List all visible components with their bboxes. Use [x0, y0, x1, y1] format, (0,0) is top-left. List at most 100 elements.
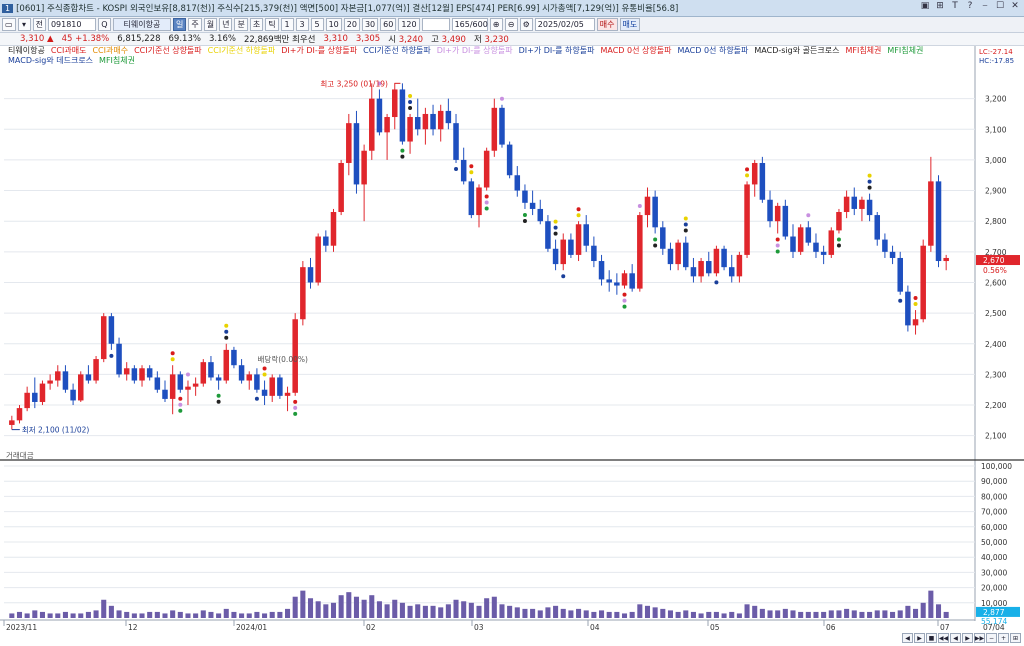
minute-20-button[interactable]: 20 — [343, 18, 360, 31]
candle-body — [47, 380, 53, 384]
maximize-icon[interactable]: ☐ — [995, 1, 1005, 11]
legend-item[interactable]: MFI침체권 — [845, 46, 881, 55]
candle-body — [399, 89, 406, 142]
price-chart-svg[interactable]: 3,2003,1003,0002,9002,8002,7002,6002,500… — [0, 46, 1024, 646]
sell-button[interactable]: 매도 — [619, 18, 641, 31]
signal-marker — [653, 237, 658, 242]
volume-bar — [254, 611, 260, 618]
chart-area[interactable]: 3,200 3,100 3,000 2,900 2,800 2,700 2,600 2,500… — [0, 46, 1024, 646]
legend-item[interactable]: CCI기준선 하향돌파 — [363, 46, 431, 55]
minute-5-button[interactable]: 5 — [310, 18, 324, 31]
text-icon[interactable]: T — [950, 1, 960, 11]
volume-bar — [200, 610, 206, 618]
nav-button[interactable]: ◀ — [902, 633, 913, 643]
stock-code-input[interactable]: 091810 — [47, 18, 96, 31]
legend-item[interactable]: CCI과매도 — [51, 46, 87, 55]
date-input[interactable]: 2025/02/05 — [534, 18, 595, 31]
legend-item[interactable]: MACD 0선 하향돌파 — [677, 46, 748, 55]
search-icon[interactable]: Q — [97, 18, 111, 31]
signal-marker — [170, 351, 175, 356]
zoom-out-icon[interactable]: ⊖ — [504, 18, 518, 31]
nav-button[interactable]: ▶▶ — [974, 633, 985, 643]
volume-bar — [93, 610, 99, 618]
price-axis-label: 3,000 — [985, 156, 1007, 165]
open-price: 시 3,240 — [388, 35, 424, 45]
nav-button[interactable]: − — [986, 633, 997, 643]
nav-button[interactable]: ▶ — [962, 633, 973, 643]
legend-item[interactable]: 티웨이항공 — [8, 46, 45, 55]
legend-item[interactable]: DI+가 DI-를 상향돌파 — [437, 46, 513, 55]
market-button[interactable]: 전 — [32, 18, 46, 31]
signal-marker — [775, 243, 780, 248]
minute-120-button[interactable]: 120 — [398, 18, 420, 31]
signal-marker — [714, 280, 719, 285]
candle-body — [499, 107, 505, 145]
legend-item[interactable]: DI+가 DI-를 하향돌파 — [519, 46, 595, 55]
signal-marker — [622, 292, 627, 297]
menu-dropdown-icon[interactable]: ▾ — [17, 18, 31, 31]
volume-bar — [39, 611, 45, 618]
signal-marker — [170, 357, 175, 362]
legend-item[interactable]: CCI기준선 상향돌파 — [134, 46, 202, 55]
candle-body — [698, 261, 704, 277]
custom-period-input[interactable] — [421, 18, 450, 31]
signal-marker — [683, 216, 688, 221]
nav-button[interactable]: + — [998, 633, 1009, 643]
period-tick-button[interactable]: 틱 — [265, 18, 279, 31]
minute-3-button[interactable]: 3 — [295, 18, 309, 31]
volume-bar — [644, 605, 651, 618]
signal-marker — [836, 243, 841, 248]
legend-item[interactable]: MACD-sig와 데드크로스 — [8, 56, 93, 65]
volume-bar — [537, 610, 543, 618]
hc-label: HC:-17.85 — [979, 57, 1014, 65]
candle-body — [545, 221, 551, 249]
legend-item[interactable]: CCI기준선 하향돌파 — [208, 46, 276, 55]
legend-item[interactable]: MFI침체권 — [887, 46, 923, 55]
legend-item[interactable]: MACD 0선 상향돌파 — [600, 46, 671, 55]
candle-body — [284, 392, 291, 396]
minute-1-button[interactable]: 1 — [280, 18, 294, 31]
minute-10-button[interactable]: 10 — [325, 18, 342, 31]
candle-body — [522, 190, 528, 203]
nav-button[interactable]: ◀ — [950, 633, 961, 643]
nav-button[interactable]: ⊞ — [1010, 633, 1021, 643]
legend-item[interactable]: CCI과매수 — [92, 46, 128, 55]
minute-30-button[interactable]: 30 — [361, 18, 379, 31]
candle-body — [637, 215, 643, 289]
volume-bar — [131, 613, 137, 618]
legend-item[interactable]: MFI침체권 — [99, 56, 135, 65]
period-day-button[interactable]: 일 — [172, 18, 187, 31]
legend-item[interactable]: DI+가 DI-를 상향돌파 — [281, 46, 357, 55]
settings-icon[interactable]: ⚙ — [519, 18, 533, 31]
volume-bar — [591, 611, 597, 618]
volume-axis-label: 50,000 — [981, 538, 1007, 547]
period-year-button[interactable]: 년 — [219, 18, 233, 31]
signal-marker — [400, 154, 405, 159]
period-second-button[interactable]: 초 — [249, 18, 264, 31]
bar-count-field[interactable]: 165/600 — [451, 18, 488, 31]
volume-bar — [583, 610, 589, 618]
zoom-in-icon[interactable]: ⊕ — [489, 18, 503, 31]
close-icon[interactable]: ✕ — [1010, 1, 1020, 11]
volume-bar — [805, 611, 811, 618]
candle-body — [790, 236, 796, 252]
signal-marker — [454, 166, 459, 171]
period-month-button[interactable]: 월 — [203, 18, 218, 31]
nav-button[interactable]: ◀◀ — [938, 633, 949, 643]
period-minute-button[interactable]: 분 — [234, 18, 248, 31]
buy-button[interactable]: 매수 — [596, 18, 618, 31]
volume-bar — [576, 608, 582, 618]
signal-marker — [216, 393, 221, 398]
menu-icon[interactable]: ▭ — [2, 18, 16, 31]
nav-button[interactable]: ▶ — [914, 633, 925, 643]
legend-item[interactable]: MACD-sig와 골든크로스 — [754, 46, 839, 55]
help-icon[interactable]: ? — [965, 1, 975, 11]
minute-60-button[interactable]: 60 — [380, 18, 397, 31]
minimize-icon[interactable]: ⎯ — [980, 1, 990, 11]
nav-button[interactable]: ■ — [926, 633, 937, 643]
volume-bar — [193, 613, 199, 618]
period-week-button[interactable]: 주 — [188, 18, 202, 31]
layout-icon[interactable]: ▣ — [920, 1, 930, 11]
grid-icon[interactable]: ⊞ — [935, 1, 945, 11]
stock-name-field[interactable]: 티웨이항공 — [112, 18, 171, 31]
